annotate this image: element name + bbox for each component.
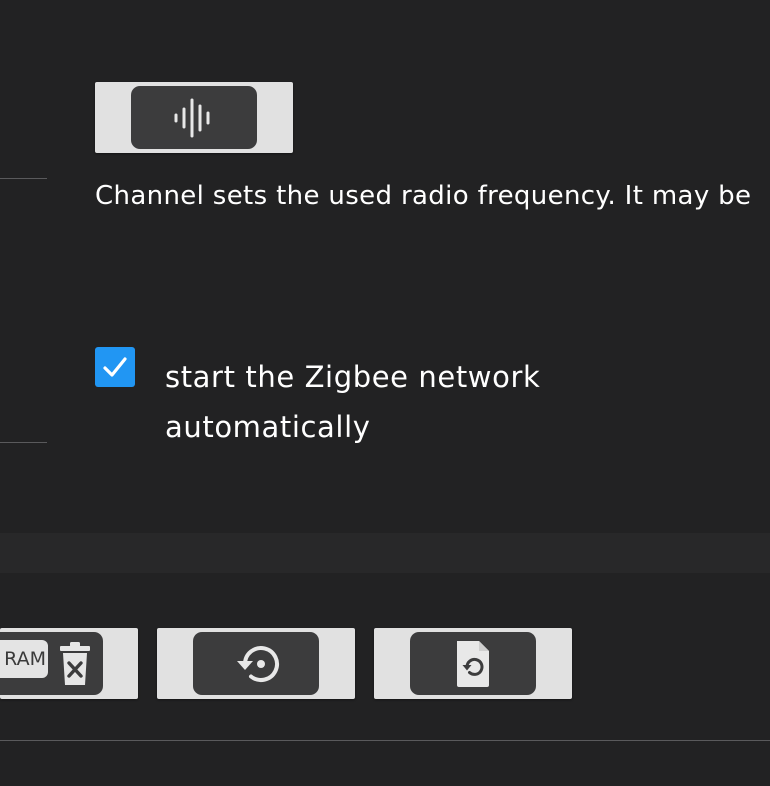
restore-button[interactable] bbox=[193, 632, 319, 695]
trash-x-icon bbox=[60, 642, 90, 685]
restore-icon bbox=[237, 645, 279, 682]
channel-scan-card bbox=[95, 82, 293, 153]
channel-description: Channel sets the used radio frequency. I… bbox=[95, 181, 752, 211]
nvram-chip-label: RAM bbox=[0, 640, 48, 678]
sound-wave-icon bbox=[174, 98, 210, 137]
clear-nvram-button[interactable]: RAM bbox=[0, 632, 103, 695]
clear-nvram-card: RAM bbox=[0, 628, 138, 699]
zigbee-settings-panel: Channel sets the used radio frequency. I… bbox=[0, 0, 770, 786]
restore-file-button[interactable] bbox=[410, 632, 536, 695]
autostart-label: start the Zigbee network automatically bbox=[165, 360, 541, 444]
restore-file-card bbox=[374, 628, 572, 699]
channel-scan-button[interactable] bbox=[131, 86, 257, 149]
restore-card bbox=[157, 628, 355, 699]
section-divider-band bbox=[0, 533, 770, 573]
file-restore-icon bbox=[457, 640, 489, 687]
bottom-divider bbox=[0, 740, 770, 741]
divider bbox=[0, 442, 47, 443]
divider bbox=[0, 178, 47, 179]
checkmark-icon bbox=[103, 357, 127, 377]
autostart-checkbox[interactable] bbox=[95, 347, 135, 387]
